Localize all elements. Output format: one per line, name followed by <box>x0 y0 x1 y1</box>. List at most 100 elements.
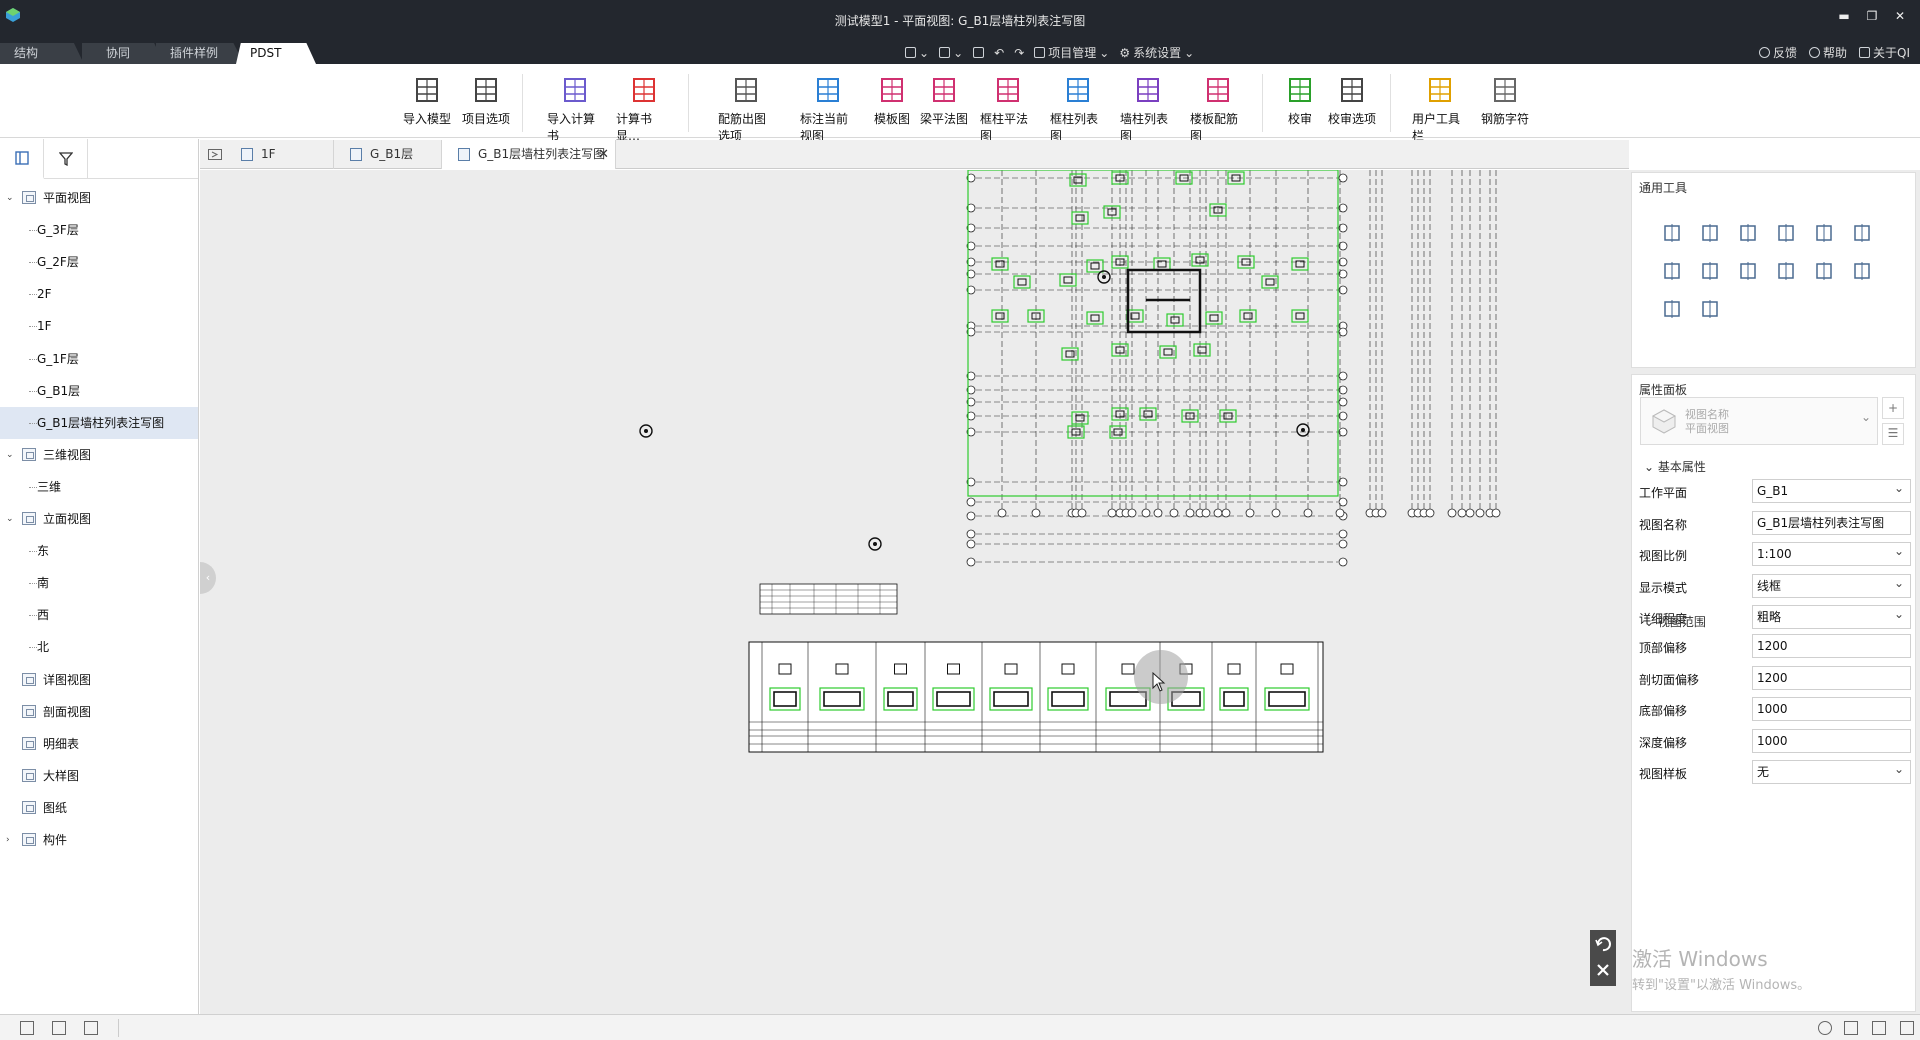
tree-group-item[interactable]: ⌄ 立面视图 <box>0 503 198 535</box>
group-view-range[interactable]: ⌄ 视图范围 <box>1644 613 1706 630</box>
undo-icon[interactable]: ↶ <box>994 46 1004 60</box>
tab-collab[interactable]: 协同 <box>82 43 164 64</box>
tree-view-item[interactable]: 1F <box>0 310 198 342</box>
tab-structure[interactable]: 结构 <box>0 43 84 64</box>
filter-button[interactable] <box>44 139 88 179</box>
display-mode-icon[interactable] <box>1844 1021 1858 1035</box>
tile-view-icon[interactable] <box>52 1021 66 1035</box>
mirror-icon[interactable] <box>1852 261 1872 281</box>
close-button[interactable]: ✕ <box>1886 6 1914 26</box>
save-icon[interactable] <box>973 47 985 58</box>
ribbon-button-import-calc[interactable]: 导入计算书 <box>547 74 603 144</box>
new-file-icon[interactable]: ⌄ <box>905 46 929 60</box>
split-icon[interactable] <box>1814 223 1834 243</box>
ribbon-button-calc-display[interactable]: 计算书显… <box>616 74 672 144</box>
prop-select[interactable]: 粗略 <box>1752 603 1911 629</box>
close-tab-icon[interactable]: ✕ <box>598 140 609 169</box>
tree-group-item[interactable]: 明细表 <box>0 728 198 760</box>
prop-select[interactable]: 1:100 <box>1752 540 1911 566</box>
ribbon-button-slab[interactable]: 楼板配筋图 <box>1190 74 1246 144</box>
light-bulb-icon[interactable] <box>1818 1021 1832 1035</box>
move-icon[interactable] <box>1662 223 1682 243</box>
chevron-down-icon[interactable]: ⌄ <box>6 503 14 535</box>
ribbon-button-rebar-char[interactable]: 钢筋字符 <box>1477 74 1533 127</box>
minimize-button[interactable]: ▬ <box>1830 6 1858 26</box>
tree-view-item[interactable]: G_1F层 <box>0 343 198 375</box>
view-reset-button[interactable] <box>1590 930 1616 986</box>
prop-input[interactable]: 1200 <box>1752 634 1911 658</box>
edit-type-button[interactable]: ☰ <box>1882 423 1904 445</box>
prop-input[interactable]: 1000 <box>1752 697 1911 721</box>
mirror-stack-icon[interactable] <box>1700 261 1720 281</box>
chevron-right-icon[interactable]: › <box>6 824 10 856</box>
tree-group-item[interactable]: ⌄ 平面视图 <box>0 182 198 214</box>
tree-group-item[interactable]: 图纸 <box>0 792 198 824</box>
array-icon[interactable] <box>1814 261 1834 281</box>
trim-icon[interactable] <box>1738 261 1758 281</box>
chevron-down-icon[interactable]: ⌄ <box>6 439 14 471</box>
tree-view-item[interactable]: 三维 <box>0 471 198 503</box>
project-manage-menu[interactable]: 项目管理 ⌄ <box>1034 44 1109 61</box>
tree-view-item[interactable]: 南 <box>0 567 198 599</box>
system-settings-menu[interactable]: ⚙ 系统设置 ⌄ <box>1119 44 1194 61</box>
measure-icon[interactable] <box>1700 299 1720 319</box>
tree-view-item[interactable]: G_3F层 <box>0 214 198 246</box>
prop-select[interactable]: 无 <box>1752 758 1911 784</box>
visual-style-icon[interactable] <box>1872 1021 1886 1035</box>
drawing-canvas[interactable]: ‹ <box>200 170 1629 1014</box>
ribbon-button-check-options[interactable]: 校审选项 <box>1324 74 1380 127</box>
ribbon-button-template[interactable]: 模板图 <box>864 74 920 127</box>
help-link[interactable]: 帮助 <box>1808 44 1847 61</box>
feedback-link[interactable]: 反馈 <box>1758 44 1797 61</box>
redo-icon[interactable]: ↷ <box>1014 46 1024 60</box>
add-type-button[interactable]: + <box>1882 397 1904 419</box>
delete-icon[interactable] <box>1662 299 1682 319</box>
chevron-down-icon[interactable]: ⌄ <box>6 182 14 214</box>
prop-input[interactable]: G_B1层墙柱列表注写图 <box>1752 510 1911 535</box>
tree-view-item[interactable]: G_2F层 <box>0 246 198 278</box>
copy-frame-icon[interactable] <box>1700 223 1720 243</box>
tree-view-item[interactable]: G_B1层墙柱列表注写图 <box>0 406 198 439</box>
tab-plugin-samples[interactable]: 插件样例 <box>156 43 244 64</box>
ribbon-button-gear[interactable]: 配筋出图选项 <box>718 74 774 144</box>
tree-view-item[interactable]: G_B1层 <box>0 375 198 407</box>
align-center-icon[interactable] <box>1852 223 1872 243</box>
ribbon-button-column[interactable]: 框柱平法图 <box>980 74 1036 144</box>
prop-input[interactable]: 1200 <box>1752 665 1911 690</box>
duplicate-icon[interactable] <box>1662 261 1682 281</box>
tree-group-item[interactable]: › 构件 <box>0 824 198 856</box>
doc-tab-g-b1-wall-column[interactable]: G_B1层墙柱列表注写图 ✕ <box>442 140 616 169</box>
prop-input[interactable]: 1000 <box>1752 728 1911 753</box>
save-options-icon[interactable]: ⌄ <box>939 46 963 60</box>
ribbon-button-floors[interactable]: 项目选项 <box>458 74 514 127</box>
tree-view-item[interactable]: 北 <box>0 631 198 663</box>
grid-view-icon[interactable] <box>20 1021 34 1035</box>
tree-group-item[interactable]: 大样图 <box>0 760 198 792</box>
restore-button[interactable]: ❐ <box>1858 6 1886 26</box>
ribbon-button-column-table[interactable]: 框柱列表图 <box>1050 74 1106 144</box>
scale-icon[interactable] <box>1776 261 1796 281</box>
settings-icon[interactable] <box>1900 1021 1914 1035</box>
align-left-icon[interactable] <box>1776 223 1796 243</box>
prop-select[interactable]: G_B1 <box>1752 477 1911 503</box>
ribbon-button-building[interactable]: 导入模型 <box>399 74 455 127</box>
tab-list-icon[interactable] <box>208 149 222 160</box>
ribbon-button-check[interactable]: 校审 <box>1272 74 1328 127</box>
tree-view-item[interactable]: 东 <box>0 535 198 567</box>
prop-select[interactable]: 线框 <box>1752 572 1911 598</box>
tree-group-item[interactable]: 剖面视图 <box>0 696 198 728</box>
tab-pdst[interactable]: PDST <box>236 43 316 64</box>
ribbon-button-annotate-view[interactable]: 标注当前视图 <box>800 74 856 144</box>
rotate-icon[interactable] <box>1738 223 1758 243</box>
tree-view-item[interactable]: 西 <box>0 599 198 631</box>
tree-group-item[interactable]: 详图视图 <box>0 664 198 696</box>
ribbon-button-wall-table[interactable]: 墙柱列表图 <box>1120 74 1176 144</box>
ribbon-button-star[interactable]: 用户工具栏 <box>1412 74 1468 144</box>
type-selector[interactable]: 视图名称 平面视图 ⌄ <box>1640 397 1878 445</box>
doc-tab-1f[interactable]: 1F <box>225 140 334 169</box>
doc-tab-g-b1[interactable]: G_B1层 <box>334 140 442 169</box>
tree-group-item[interactable]: ⌄ 三维视图 <box>0 439 198 471</box>
ribbon-button-beam[interactable]: 梁平法图 <box>916 74 972 127</box>
about-link[interactable]: 关于QI <box>1859 44 1910 61</box>
group-basic-properties[interactable]: ⌄ 基本属性 <box>1644 458 1706 475</box>
